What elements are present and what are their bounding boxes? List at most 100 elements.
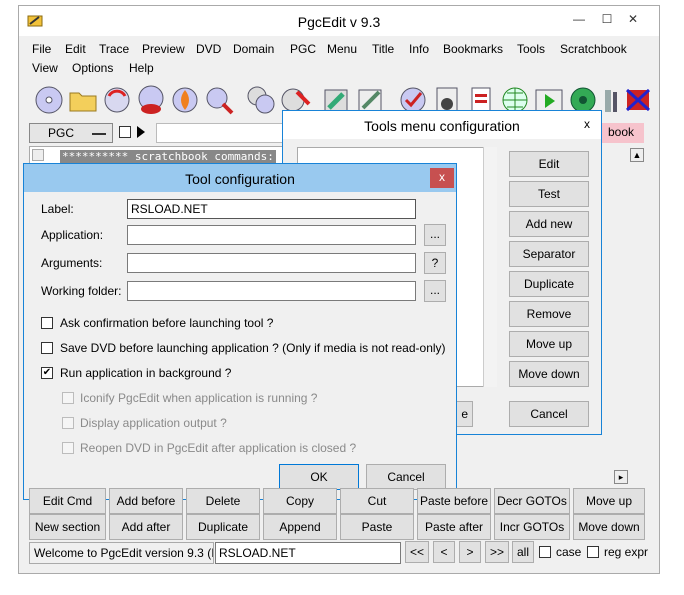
menu-view[interactable]: View bbox=[32, 61, 58, 75]
tools-edit-button[interactable]: Edit bbox=[509, 151, 589, 177]
reopen-dvd-checkbox[interactable] bbox=[62, 442, 74, 454]
new-section-button[interactable]: New section bbox=[29, 514, 106, 540]
dvd-open-icon[interactable] bbox=[33, 84, 65, 116]
move-up-button[interactable]: Move up bbox=[573, 488, 645, 514]
menu-menu[interactable]: Menu bbox=[327, 42, 357, 56]
application-caption: Application: bbox=[41, 228, 104, 242]
workdir-input[interactable] bbox=[127, 281, 416, 301]
menu-preview[interactable]: Preview bbox=[142, 42, 185, 56]
ok-button[interactable]: OK bbox=[279, 464, 359, 490]
menu-bookmarks[interactable]: Bookmarks bbox=[443, 42, 503, 56]
cut-button[interactable]: Cut bbox=[340, 488, 414, 514]
search-dvd-icon[interactable] bbox=[203, 84, 235, 116]
tools-dialog-titlebar: Tools menu configuration x bbox=[283, 111, 601, 139]
arguments-caption: Arguments: bbox=[41, 256, 103, 270]
regexpr-label: reg expr bbox=[604, 545, 649, 559]
regexpr-checkbox[interactable] bbox=[587, 546, 599, 558]
tools-duplicate-button[interactable]: Duplicate bbox=[509, 271, 589, 297]
menu-title[interactable]: Title bbox=[372, 42, 394, 56]
maximize-button[interactable]: ☐ bbox=[597, 12, 617, 28]
play-arrow-icon[interactable] bbox=[136, 126, 146, 141]
application-browse-button[interactable]: ... bbox=[424, 224, 446, 246]
menu-pgc[interactable]: PGC bbox=[290, 42, 316, 56]
display-output-label: Display application output ? bbox=[80, 416, 227, 430]
paste-before-button[interactable]: Paste before bbox=[417, 488, 491, 514]
multi-disc-icon[interactable] bbox=[245, 84, 277, 116]
paste-replace-button[interactable]: Paste replace bbox=[340, 514, 414, 558]
menu-tools[interactable]: Tools bbox=[517, 42, 545, 56]
arguments-input[interactable] bbox=[127, 253, 416, 273]
scratch-scroll-up[interactable] bbox=[32, 149, 44, 161]
window-title: PgcEdit v 9.3 bbox=[297, 14, 381, 30]
prev-button[interactable]: < bbox=[433, 541, 455, 563]
iconify-label: Iconify PgcEdit when application is runn… bbox=[80, 391, 318, 405]
title-bar: PgcEdit v 9.3 — ☐ ✕ bbox=[19, 6, 659, 36]
pgc-select[interactable]: PGC bbox=[29, 123, 113, 143]
menu-edit[interactable]: Edit bbox=[65, 42, 86, 56]
tool-dialog-close[interactable]: x bbox=[430, 168, 454, 188]
right-scroll-arrow[interactable]: ▲ bbox=[630, 148, 644, 162]
lower-scroll-arrow[interactable]: ▸ bbox=[614, 470, 628, 484]
flag-icon[interactable] bbox=[625, 84, 657, 116]
menu-options[interactable]: Options bbox=[72, 61, 113, 75]
menu-trace[interactable]: Trace bbox=[99, 42, 129, 56]
pgc-toggle-checkbox[interactable] bbox=[119, 126, 131, 138]
edit-cmd-button[interactable]: Edit Cmd bbox=[29, 488, 106, 514]
tools-separator-button[interactable]: Separator bbox=[509, 241, 589, 267]
tool-dialog-title: Tool configuration bbox=[185, 171, 295, 187]
tools-move-down-button[interactable]: Move down bbox=[509, 361, 589, 387]
search-input[interactable]: RSLOAD.NET bbox=[215, 542, 401, 564]
tools-move-up-button[interactable]: Move up bbox=[509, 331, 589, 357]
tools-remove-button[interactable]: Remove bbox=[509, 301, 589, 327]
next-button[interactable]: > bbox=[459, 541, 481, 563]
move-down-button[interactable]: Move down bbox=[573, 514, 645, 540]
tools-dialog-close[interactable]: x bbox=[579, 117, 595, 131]
case-checkbox[interactable] bbox=[539, 546, 551, 558]
run-background-checkbox[interactable]: ✔ bbox=[41, 367, 53, 379]
decr-gotos-button[interactable]: Decr GOTOs bbox=[494, 488, 570, 514]
duplicate-button[interactable]: Duplicate bbox=[186, 514, 260, 540]
reopen-dvd-label: Reopen DVD in PgcEdit after application … bbox=[80, 441, 357, 455]
tools-cancel-button[interactable]: Cancel bbox=[509, 401, 589, 427]
delete-button[interactable]: Delete bbox=[186, 488, 260, 514]
menu-help[interactable]: Help bbox=[129, 61, 154, 75]
tools-add-new-button[interactable]: Add new bbox=[509, 211, 589, 237]
status-message: Welcome to PgcEdit version 9.3 (I bbox=[29, 542, 214, 564]
menu-file[interactable]: File bbox=[32, 42, 51, 56]
menu-dvd[interactable]: DVD bbox=[196, 42, 221, 56]
burn-icon[interactable] bbox=[169, 84, 201, 116]
all-button[interactable]: all bbox=[512, 541, 534, 563]
copy-button[interactable]: Copy bbox=[263, 488, 337, 514]
add-before-button[interactable]: Add before bbox=[109, 488, 183, 514]
iconify-checkbox[interactable] bbox=[62, 392, 74, 404]
first-button[interactable]: << bbox=[405, 541, 429, 563]
display-output-checkbox[interactable] bbox=[62, 417, 74, 429]
close-button[interactable]: ✕ bbox=[623, 12, 643, 28]
menu-bar: File Edit Trace Preview DVD Domain PGC M… bbox=[19, 40, 659, 80]
label-input[interactable]: RSLOAD.NET bbox=[127, 199, 416, 219]
tool-dialog-titlebar: Tool configuration x bbox=[24, 164, 456, 192]
bookmark-tab[interactable]: book bbox=[602, 123, 644, 143]
tools-list-scrollbar[interactable] bbox=[483, 147, 497, 387]
application-input[interactable] bbox=[127, 225, 416, 245]
save-dvd-checkbox[interactable] bbox=[41, 342, 53, 354]
add-after-button[interactable]: Add after bbox=[109, 514, 183, 540]
minimize-button[interactable]: — bbox=[569, 12, 589, 28]
label-caption: Label: bbox=[41, 202, 74, 216]
cancel-button[interactable]: Cancel bbox=[366, 464, 446, 490]
ask-confirmation-checkbox[interactable] bbox=[41, 317, 53, 329]
reload-icon[interactable] bbox=[101, 84, 133, 116]
new-dvd-icon[interactable] bbox=[135, 84, 167, 116]
menu-domain[interactable]: Domain bbox=[233, 42, 274, 56]
paste-after-button[interactable]: Paste after bbox=[417, 514, 491, 540]
workdir-browse-button[interactable]: ... bbox=[424, 280, 446, 302]
tools-test-button[interactable]: Test bbox=[509, 181, 589, 207]
menu-scratchbook[interactable]: Scratchbook bbox=[560, 42, 627, 56]
menu-info[interactable]: Info bbox=[409, 42, 429, 56]
folder-icon[interactable] bbox=[67, 84, 99, 116]
append-button[interactable]: Append bbox=[263, 514, 337, 540]
last-button[interactable]: >> bbox=[485, 541, 509, 563]
tool-config-dialog: Tool configuration x Label: RSLOAD.NET A… bbox=[23, 163, 457, 500]
arguments-help-button[interactable]: ? bbox=[424, 252, 446, 274]
incr-gotos-button[interactable]: Incr GOTOs bbox=[494, 514, 570, 540]
